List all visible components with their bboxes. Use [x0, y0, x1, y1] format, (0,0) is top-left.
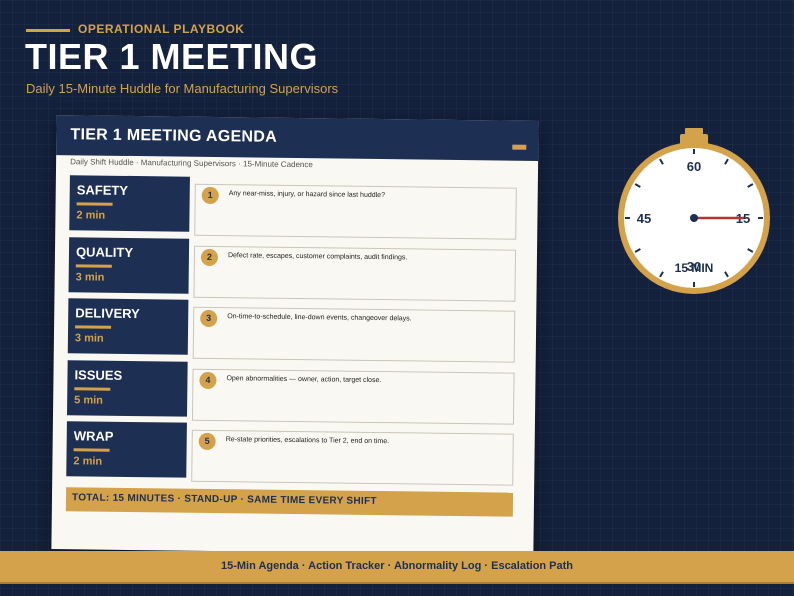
label-accent-bar — [73, 448, 110, 452]
agenda-meta: Daily Shift Huddle · Manufacturing Super… — [70, 157, 313, 170]
agenda-description: Defect rate, escapes, customer complaint… — [227, 251, 408, 261]
agenda-label: QUALITY — [75, 243, 134, 260]
total-summary: TOTAL: 15 MINUTES · STAND-UP · SAME TIME… — [71, 492, 377, 508]
agenda-title: TIER 1 MEETING AGENDA — [70, 126, 278, 146]
agenda-description: On-time-to-schedule, line-down events, c… — [227, 313, 412, 323]
agenda-duration: 3 min — [74, 332, 104, 345]
eyebrow-label: OPERATIONAL PLAYBOOK — [78, 22, 245, 36]
agenda-duration: 3 min — [75, 270, 105, 284]
agenda-header: TIER 1 MEETING AGENDA — [56, 115, 539, 161]
stopwatch-hub — [690, 214, 698, 222]
agenda-description-box: 5 Re-state priorities, escalations to Ti… — [191, 429, 514, 486]
agenda-label: ISSUES — [74, 366, 123, 383]
minimize-icon — [512, 144, 527, 150]
agenda-description-box: 4 Open abnormalities — owner, action, ta… — [191, 368, 515, 425]
agenda-label-block: WRAP 2 min — [66, 421, 187, 478]
agenda-row-issues: ISSUES 5 min 4 Open abnormalities — owne… — [67, 359, 518, 425]
label-accent-bar — [74, 386, 111, 391]
label-accent-bar — [75, 263, 112, 268]
stopwatch-label-left: 45 — [637, 211, 651, 226]
agenda-description: Re-state priorities, escalations to Tier… — [225, 436, 390, 446]
agenda-sheet: TIER 1 MEETING AGENDA Daily Shift Huddle… — [51, 115, 539, 555]
step-number-badge: 3 — [200, 309, 218, 328]
stopwatch-caption: 15 MIN — [675, 261, 714, 275]
agenda-description-box: 3 On-time-to-schedule, line-down events,… — [192, 306, 516, 363]
agenda-description: Any near-miss, injury, or hazard since l… — [228, 190, 386, 200]
agenda-description-box: 1 Any near-miss, injury, or hazard since… — [194, 183, 517, 240]
agenda-row-quality: QUALITY 3 min 2 Defect rate, escapes, cu… — [68, 236, 520, 302]
step-number-badge: 5 — [198, 432, 216, 451]
stopwatch-icon: 60 15 30 45 15 MIN — [618, 128, 770, 294]
agenda-label: SAFETY — [76, 182, 129, 198]
agenda-label-block: ISSUES 5 min — [67, 359, 188, 417]
step-number-badge: 1 — [201, 186, 219, 205]
page-title: TIER 1 MEETING — [25, 36, 319, 77]
label-accent-bar — [76, 202, 113, 206]
agenda-duration: 2 min — [76, 209, 106, 222]
agenda-duration: 5 min — [74, 393, 103, 407]
agenda-label-block: QUALITY 3 min — [68, 236, 190, 294]
footer-links: 15-Min Agenda · Action Tracker · Abnorma… — [220, 560, 574, 572]
agenda-label-block: DELIVERY 3 min — [67, 298, 189, 355]
agenda-rows: SAFETY 2 min 1 Any near-miss, injury, or… — [66, 175, 520, 488]
agenda-duration: 2 min — [73, 455, 103, 468]
step-number-badge: 4 — [199, 371, 217, 389]
stopwatch-label-top: 60 — [687, 159, 701, 174]
agenda-description-box: 2 Defect rate, escapes, customer complai… — [193, 245, 517, 302]
step-number-badge: 2 — [200, 248, 219, 266]
agenda-label: DELIVERY — [75, 305, 140, 322]
agenda-row-delivery: DELIVERY 3 min 3 On-time-to-schedule, li… — [67, 298, 519, 363]
total-banner: TOTAL: 15 MINUTES · STAND-UP · SAME TIME… — [65, 487, 514, 517]
page-subtitle: Daily 15-Minute Huddle for Manufacturing… — [26, 81, 339, 96]
label-accent-bar — [75, 325, 112, 329]
agenda-label-block: SAFETY 2 min — [69, 175, 190, 232]
agenda-label: WRAP — [73, 428, 114, 444]
footer-bar: 15-Min Agenda · Action Tracker · Abnorma… — [0, 551, 794, 584]
agenda-description: Open abnormalities — owner, action, targ… — [226, 374, 382, 384]
eyebrow-accent-line — [26, 29, 70, 32]
agenda-row-safety: SAFETY 2 min 1 Any near-miss, injury, or… — [69, 175, 520, 240]
agenda-row-wrap: WRAP 2 min 5 Re-state priorities, escala… — [66, 421, 517, 486]
